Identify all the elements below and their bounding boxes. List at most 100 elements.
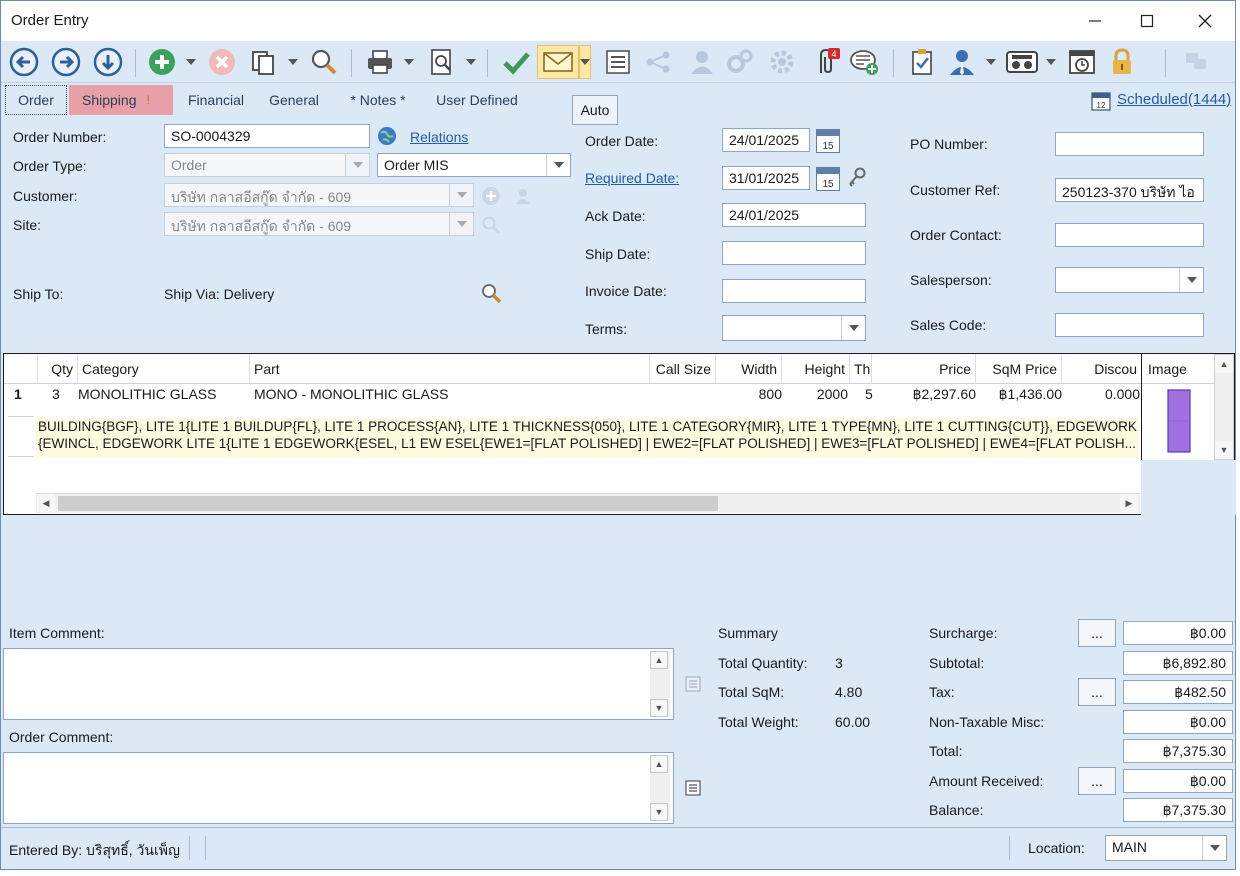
- item-comment-textarea[interactable]: ▲ ▼: [3, 648, 674, 720]
- email-icon[interactable]: [537, 45, 579, 79]
- print-icon[interactable]: [363, 45, 397, 79]
- scroll-down-icon[interactable]: ▼: [1215, 441, 1233, 459]
- maximize-button[interactable]: [1135, 9, 1159, 33]
- lock-icon[interactable]: [1105, 45, 1139, 79]
- order-mis-select[interactable]: Order MIS: [377, 153, 571, 177]
- sales-code-field[interactable]: [1055, 313, 1204, 337]
- scroll-right-icon[interactable]: ▶: [1120, 494, 1138, 512]
- column-header-thickness[interactable]: Th: [850, 354, 872, 384]
- site-select[interactable]: บริษัท กลาสอีสกู๊ด จำกัด - 609: [164, 212, 474, 236]
- column-header-sqm-price[interactable]: SqM Price: [976, 354, 1062, 384]
- item-comment-scrollbar[interactable]: ▲ ▼: [650, 651, 670, 717]
- print-preview-icon[interactable]: [425, 45, 459, 79]
- tab-general[interactable]: General: [259, 85, 329, 115]
- back-arrow-icon[interactable]: [7, 45, 41, 79]
- column-header-price[interactable]: Price: [872, 354, 976, 384]
- auto-button[interactable]: Auto: [572, 95, 618, 125]
- add-icon[interactable]: [145, 45, 179, 79]
- column-header-image[interactable]: Image: [1142, 354, 1215, 384]
- cell-width[interactable]: 800: [716, 386, 782, 402]
- cell-part[interactable]: MONO - MONOLITHIC GLASS: [254, 386, 448, 402]
- cell-qty[interactable]: 3: [52, 386, 60, 402]
- order-comment-textarea[interactable]: ▲ ▼: [3, 752, 674, 824]
- tab-order[interactable]: Order: [5, 85, 67, 115]
- schedule-window-icon[interactable]: [1065, 45, 1099, 79]
- search-icon[interactable]: [307, 45, 341, 79]
- tab-shipping[interactable]: Shipping !: [69, 85, 173, 115]
- scroll-up-icon[interactable]: ▲: [650, 651, 668, 669]
- horizontal-scrollbar[interactable]: ◀ ▶: [36, 493, 1140, 513]
- total-field[interactable]: ฿7,375.30: [1123, 739, 1233, 763]
- machine-dropdown-icon[interactable]: [1045, 45, 1057, 79]
- column-header-discount[interactable]: Discou: [1062, 354, 1142, 384]
- order-date-field[interactable]: 24/01/2025: [722, 128, 810, 152]
- tab-user-defined[interactable]: User Defined: [427, 85, 527, 115]
- order-number-field[interactable]: SO-0004329: [164, 124, 370, 148]
- copy-dropdown-icon[interactable]: [287, 45, 299, 79]
- amount-received-field[interactable]: ฿0.00: [1123, 769, 1233, 793]
- column-header-width[interactable]: Width: [716, 354, 782, 384]
- tab-financial[interactable]: Financial: [181, 85, 251, 115]
- add-comment-icon[interactable]: [847, 45, 881, 79]
- terms-select[interactable]: [722, 315, 866, 341]
- horizontal-scroll-thumb[interactable]: [58, 496, 718, 511]
- customer-ref-field[interactable]: 250123-370 บริษัท ไอ: [1055, 178, 1204, 202]
- column-header-category[interactable]: Category: [78, 354, 250, 384]
- location-select[interactable]: MAIN: [1105, 835, 1227, 861]
- cell-price[interactable]: ฿2,297.60: [872, 386, 976, 403]
- salesperson-icon[interactable]: [945, 45, 979, 79]
- attachment-icon[interactable]: 4: [809, 45, 843, 79]
- invoice-date-field[interactable]: [722, 279, 866, 303]
- scroll-left-icon[interactable]: ◀: [37, 494, 55, 512]
- tax-field[interactable]: ฿482.50: [1123, 680, 1233, 704]
- relations-link[interactable]: Relations: [410, 129, 468, 145]
- list-icon[interactable]: [601, 45, 635, 79]
- minimize-button[interactable]: [1083, 9, 1107, 33]
- column-header-part[interactable]: Part: [250, 354, 650, 384]
- ship-to-search-icon[interactable]: [481, 283, 503, 305]
- delete-icon[interactable]: [205, 45, 239, 79]
- required-date-link[interactable]: Required Date:: [585, 170, 679, 186]
- amount-received-details-button[interactable]: ...: [1078, 767, 1116, 795]
- vertical-scrollbar[interactable]: ▲ ▼: [1214, 354, 1234, 460]
- order-comment-scrollbar[interactable]: ▲ ▼: [650, 755, 670, 821]
- scheduled-link[interactable]: Scheduled(1444): [1117, 91, 1231, 108]
- required-date-calendar-icon[interactable]: 15: [816, 167, 840, 191]
- preview-dropdown-icon[interactable]: [465, 45, 477, 79]
- cell-sqm-price[interactable]: ฿1,436.00: [976, 386, 1062, 403]
- required-date-field[interactable]: 31/01/2025: [722, 166, 810, 190]
- line-description[interactable]: BUILDING{BGF}, LITE 1{LITE 1 BUILDUP{FL}…: [36, 418, 1138, 458]
- scroll-up-icon[interactable]: ▲: [650, 755, 668, 773]
- order-contact-field[interactable]: [1055, 223, 1204, 247]
- salesperson-dropdown-icon[interactable]: [985, 45, 997, 79]
- tax-details-button[interactable]: ...: [1078, 678, 1116, 706]
- subtotal-field[interactable]: ฿6,892.80: [1123, 651, 1233, 675]
- scroll-down-icon[interactable]: ▼: [650, 803, 668, 821]
- salesperson-select[interactable]: [1055, 267, 1204, 293]
- non-taxable-misc-field[interactable]: ฿0.00: [1123, 710, 1233, 734]
- ship-date-field[interactable]: [722, 241, 866, 265]
- row-line-number[interactable]: 1: [14, 386, 22, 402]
- checkmark-icon[interactable]: [499, 45, 533, 79]
- order-comment-notes-icon[interactable]: [684, 779, 702, 797]
- print-dropdown-icon[interactable]: [403, 45, 415, 79]
- order-type-select[interactable]: Order: [164, 153, 370, 177]
- globe-icon[interactable]: [377, 126, 397, 146]
- email-dropdown-icon[interactable]: [579, 45, 591, 79]
- column-header-call-size[interactable]: Call Size: [650, 354, 716, 384]
- balance-field[interactable]: ฿7,375.30: [1123, 798, 1233, 822]
- scroll-down-icon[interactable]: ▼: [650, 699, 668, 717]
- customer-select[interactable]: บริษัท กลาสอีสกู๊ด จำกัด - 609: [164, 183, 474, 207]
- add-dropdown-icon[interactable]: [185, 45, 197, 79]
- po-number-field[interactable]: [1055, 132, 1204, 156]
- column-header-qty[interactable]: Qty: [38, 354, 78, 384]
- surcharge-field[interactable]: ฿0.00: [1123, 621, 1233, 645]
- scroll-up-icon[interactable]: ▲: [1215, 355, 1233, 373]
- close-button[interactable]: [1193, 9, 1217, 33]
- cell-category[interactable]: MONOLITHIC GLASS: [78, 386, 216, 402]
- copy-icon[interactable]: [247, 45, 281, 79]
- tab-notes[interactable]: * Notes *: [339, 85, 417, 115]
- order-date-calendar-icon[interactable]: 15: [816, 129, 840, 153]
- surcharge-details-button[interactable]: ...: [1078, 619, 1116, 647]
- cell-height[interactable]: 2000: [782, 386, 848, 402]
